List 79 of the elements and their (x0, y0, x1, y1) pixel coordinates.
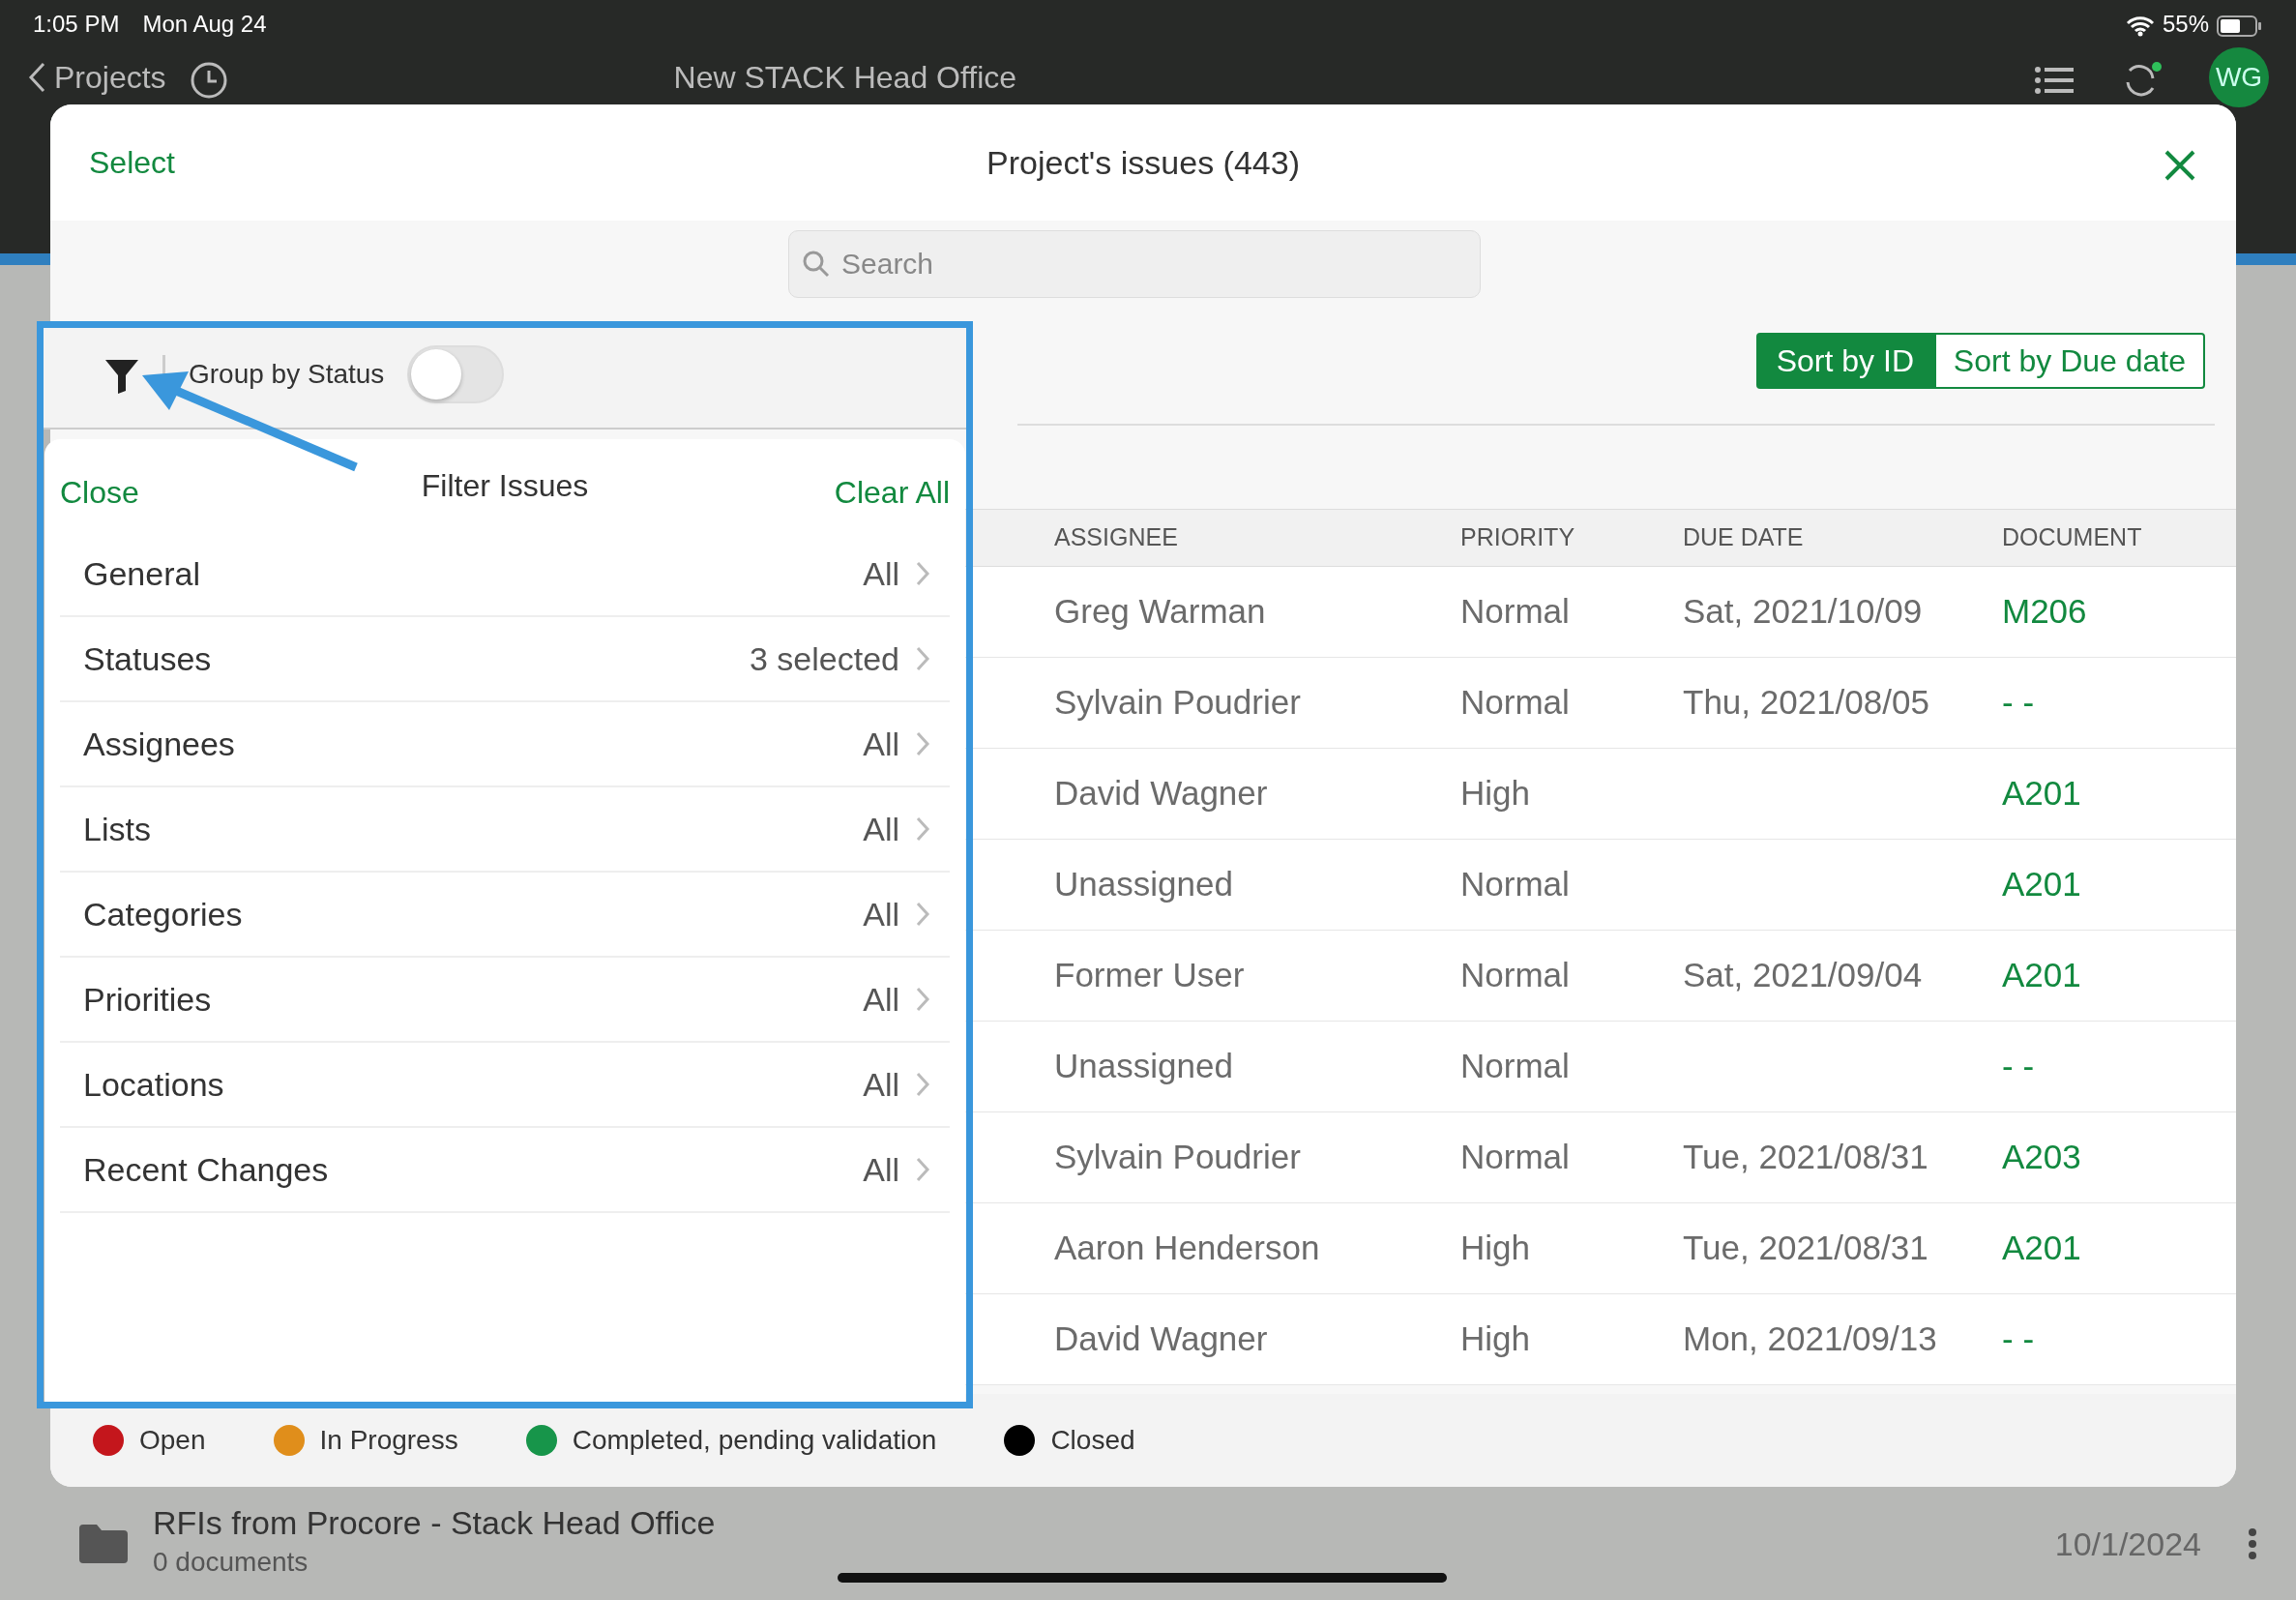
filter-item[interactable]: Assignees All (60, 702, 950, 787)
popover-title: Filter Issues (421, 467, 589, 505)
chevron-icon (915, 730, 930, 757)
toggle-label: Group by Status (189, 358, 385, 391)
table-cell: Sylvain Poudrier (1054, 1138, 1301, 1176)
table-cell: Sat, 2021/10/09 (1683, 592, 1923, 631)
column-header: DOCUMENT (2002, 522, 2142, 553)
document-link[interactable]: A201 (2002, 774, 2081, 813)
column-header: ASSIGNEE (1054, 522, 1179, 553)
table-cell: High (1460, 1229, 1530, 1267)
table-cell: David Wagner (1054, 774, 1268, 813)
back-chevron-icon (27, 61, 46, 94)
table-cell: Normal (1460, 1047, 1570, 1085)
chevron-icon (915, 1071, 930, 1098)
table-cell: Normal (1460, 956, 1570, 994)
clear-all-link[interactable]: Clear All (834, 469, 950, 516)
modal-title: Project's issues (443) (986, 142, 1300, 183)
chevron-icon (915, 986, 930, 1013)
table-cell: Sat, 2021/09/04 (1683, 956, 1923, 994)
document-link[interactable]: - - (2002, 1047, 2035, 1085)
document-link[interactable]: A201 (2002, 1229, 2081, 1267)
legend-label: Closed (1050, 1424, 1135, 1457)
filter-item[interactable]: General All (60, 532, 950, 617)
filter-item[interactable]: Locations All (60, 1043, 950, 1128)
table-cell: Normal (1460, 683, 1570, 722)
folder-icon (77, 1523, 130, 1565)
folder-title: RFIs from Procore - Stack Head Office (153, 1505, 716, 1542)
table-cell: Unassigned (1054, 865, 1233, 904)
chevron-icon (915, 1156, 930, 1183)
more-icon[interactable] (2248, 1527, 2257, 1560)
status-time: 1:05 PM (33, 10, 120, 39)
folder-subtitle: 0 documents (153, 1545, 309, 1579)
table-cell: David Wagner (1054, 1319, 1268, 1358)
chevron-icon (915, 560, 930, 587)
table-cell: Former User (1054, 956, 1245, 994)
table-cell: Unassigned (1054, 1047, 1233, 1085)
column-header: PRIORITY (1460, 522, 1576, 553)
filter-item[interactable]: Priorities All (60, 958, 950, 1043)
legend-label: Open (139, 1424, 206, 1457)
table-cell: High (1460, 774, 1530, 813)
sort-tab[interactable]: Sort by Due date (1933, 333, 2205, 389)
filter-item[interactable]: Statuses 3 selected (60, 617, 950, 702)
table-cell: Tue, 2021/08/31 (1683, 1138, 1928, 1176)
sort-tab[interactable]: Sort by ID (1755, 333, 1934, 389)
table-cell: Mon, 2021/09/13 (1683, 1319, 1937, 1358)
table-cell: Sylvain Poudrier (1054, 683, 1301, 722)
table-cell: High (1460, 1319, 1530, 1358)
document-link[interactable]: - - (2002, 1319, 2035, 1358)
filter-item[interactable]: Recent Changes All (60, 1128, 950, 1213)
search-icon (802, 250, 831, 279)
document-link[interactable]: A201 (2002, 865, 2081, 904)
table-cell: Greg Warman (1054, 592, 1266, 631)
table-cell: Aaron Henderson (1054, 1229, 1320, 1267)
table-cell: Tue, 2021/08/31 (1683, 1229, 1928, 1267)
user-avatar[interactable]: WG (2209, 47, 2269, 107)
column-header: DUE DATE (1683, 522, 1805, 553)
document-link[interactable]: A203 (2002, 1138, 2081, 1176)
filter-item[interactable]: Lists All (60, 787, 950, 873)
chevron-icon (915, 815, 930, 843)
table-cell: Normal (1460, 592, 1570, 631)
legend-label: Completed, pending validation (572, 1424, 937, 1457)
status-date: Mon Aug 24 (142, 10, 267, 39)
document-link[interactable]: A201 (2002, 956, 2081, 994)
chevron-icon (915, 901, 930, 928)
back-link[interactable]: Projects (27, 54, 166, 101)
select-link[interactable]: Select (89, 139, 175, 186)
table-cell: Thu, 2021/08/05 (1683, 683, 1929, 722)
table-cell: Normal (1460, 865, 1570, 904)
table-cell: Normal (1460, 1138, 1570, 1176)
folder-date: 10/1/2024 (2054, 1524, 2201, 1564)
legend-label: In Progress (319, 1424, 458, 1457)
chevron-icon (915, 645, 930, 672)
battery-percent: 55% (2162, 10, 2209, 39)
close-link[interactable]: Close (60, 469, 139, 516)
document-link[interactable]: M206 (2002, 592, 2087, 631)
document-link[interactable]: - - (2002, 683, 2035, 722)
search-field[interactable]: Search (788, 230, 1481, 298)
filter-item[interactable]: Categories All (60, 873, 950, 958)
nav-title: New STACK Head Office (673, 59, 1017, 97)
